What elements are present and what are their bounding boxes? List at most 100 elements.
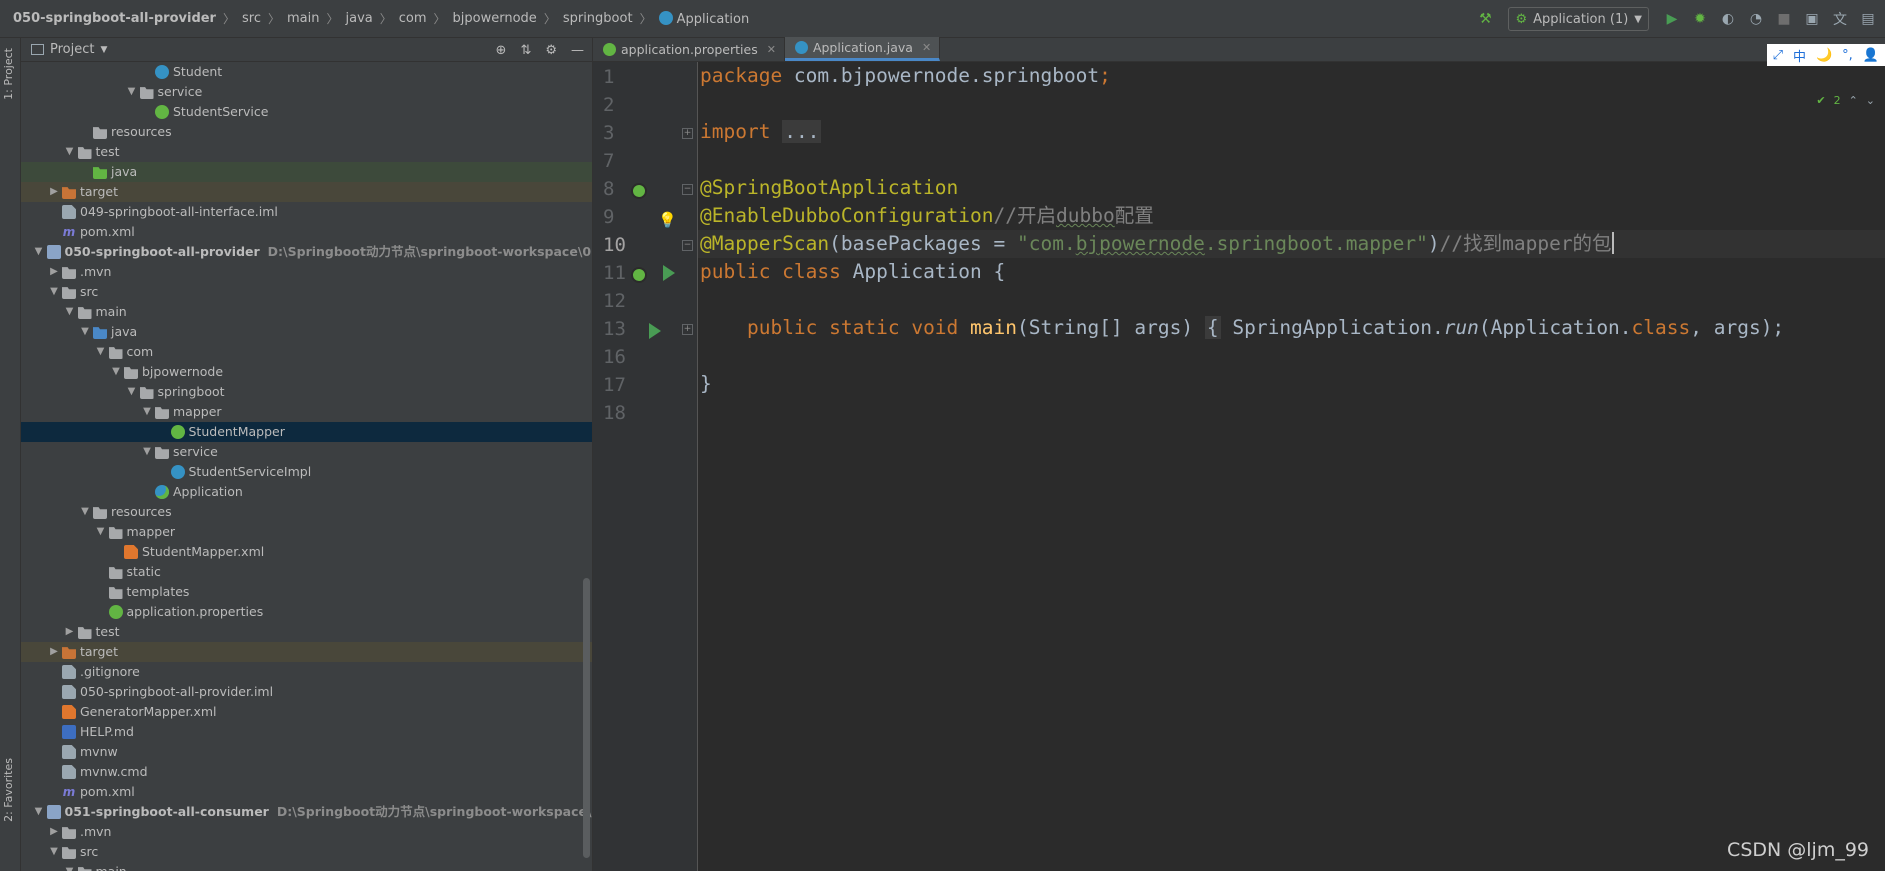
breadcrumb-item-src[interactable]: src (239, 11, 264, 26)
run-icon[interactable]: ▶ (1661, 8, 1683, 30)
fold-expand-icon[interactable]: + (682, 128, 693, 139)
coverage-icon[interactable]: ◐ (1717, 8, 1739, 30)
breadcrumb-item-project[interactable]: 050-springboot-all-provider (10, 11, 219, 26)
spring-bean-icon[interactable] (631, 183, 647, 199)
chevron-down-icon[interactable]: ▼ (126, 82, 138, 102)
chevron-right-icon[interactable]: ▶ (48, 642, 60, 662)
lightbulb-icon[interactable]: 💡 (658, 211, 677, 229)
tree-item[interactable]: ▼ test (21, 142, 592, 162)
close-icon[interactable]: ✕ (922, 41, 931, 54)
ime-moon-icon[interactable]: 🌙 (1816, 48, 1832, 63)
ime-punct-icon[interactable]: °, (1842, 48, 1853, 63)
tree-item[interactable]: ▶ .mvn (21, 262, 592, 282)
chevron-right-icon[interactable]: ▶ (64, 622, 76, 642)
chevron-down-icon[interactable]: ▼ (141, 442, 153, 462)
run-gutter-icon[interactable] (649, 323, 665, 339)
chevron-down-icon[interactable]: ▼ (33, 802, 45, 822)
tree-item[interactable]: ▼ service (21, 442, 592, 462)
folded-body[interactable]: { (1204, 316, 1221, 339)
tree-item[interactable]: templates (21, 582, 592, 602)
profile-icon[interactable]: ◔ (1745, 8, 1767, 30)
tree-item[interactable]: ▼ com (21, 342, 592, 362)
tree-item[interactable]: ▼ main (21, 862, 592, 871)
tree-item[interactable]: java (21, 162, 592, 182)
inspection-widget[interactable]: ✔ 2 ⌃ ⌄ (1816, 94, 1875, 107)
chevron-down-icon[interactable]: ▼ (33, 242, 45, 262)
minimize-icon[interactable]: — (571, 43, 584, 58)
breadcrumb-item-application[interactable]: Application (656, 10, 753, 27)
tree-item[interactable]: GeneratorMapper.xml (21, 702, 592, 722)
tree-item[interactable]: ▼ 051-springboot-all-consumer D:\Springboo… (21, 802, 592, 822)
tree-item[interactable]: StudentServiceImpl (21, 462, 592, 482)
tree-item[interactable]: ▼ mapper (21, 522, 592, 542)
debug-icon[interactable]: ✹ (1689, 8, 1711, 30)
tree-item[interactable]: ▼ java (21, 322, 592, 342)
hammer-icon[interactable]: ⚒ (1474, 8, 1496, 30)
chevron-down-icon[interactable]: ▼ (126, 382, 138, 402)
chevron-down-icon[interactable]: ▼ (95, 342, 107, 362)
code-editor[interactable]: ✔ 2 ⌃ ⌄ package com.bjpowernode.springboo… (698, 62, 1885, 871)
tree-item[interactable]: m pom.xml (21, 222, 592, 242)
tree-item[interactable]: m pom.xml (21, 782, 592, 802)
tree-item[interactable]: ▶ target (21, 642, 592, 662)
tool-tab-favorites[interactable]: 2: Favorites (2, 758, 15, 822)
tree-item[interactable]: Student (21, 62, 592, 82)
tree-item[interactable]: mvnw.cmd (21, 762, 592, 782)
tool-tab-project[interactable]: 1: Project (2, 48, 15, 100)
tree-item[interactable]: ▶ test (21, 622, 592, 642)
fold-collapse-icon[interactable]: − (682, 184, 693, 195)
tree-item[interactable]: resources (21, 122, 592, 142)
tree-item[interactable]: ▼ springboot (21, 382, 592, 402)
chevron-down-icon[interactable]: ▼ (64, 862, 76, 871)
tree-item[interactable]: ▼ resources (21, 502, 592, 522)
spring-bean-icon[interactable] (631, 267, 647, 283)
gear-icon[interactable]: ⚙ (545, 43, 557, 58)
tab-application-java[interactable]: Application.java ✕ (784, 37, 941, 61)
breadcrumb-item-main[interactable]: main (284, 11, 322, 26)
chevron-right-icon[interactable]: ▶ (48, 822, 60, 842)
tree-item[interactable]: 049-springboot-all-interface.iml (21, 202, 592, 222)
scrollbar[interactable] (583, 578, 590, 858)
tree-item[interactable]: mvnw (21, 742, 592, 762)
chevron-down-icon[interactable]: ▼ (79, 502, 91, 522)
fold-expand-icon[interactable]: + (682, 324, 693, 335)
chevron-right-icon[interactable]: ▶ (48, 182, 60, 202)
tree-item[interactable]: .gitignore (21, 662, 592, 682)
breadcrumb-item-springboot[interactable]: springboot (560, 11, 636, 26)
tree-item[interactable]: 050-springboot-all-provider.iml (21, 682, 592, 702)
chevron-down-icon[interactable]: ▼ (110, 362, 122, 382)
breadcrumb-item-java[interactable]: java (343, 11, 376, 26)
tree-item[interactable]: ▼ 050-springboot-all-provider D:\Springboo… (21, 242, 592, 262)
locate-icon[interactable]: ⊕ (496, 43, 507, 58)
chevron-down-icon[interactable]: ▼ (141, 402, 153, 422)
collapse-all-icon[interactable]: ⇅ (520, 43, 531, 58)
tree-item[interactable]: ▼ src (21, 842, 592, 862)
tree-item[interactable]: ▼ service (21, 82, 592, 102)
fold-collapse-icon[interactable]: − (682, 240, 693, 251)
chevron-down-icon[interactable]: ▼ (100, 45, 107, 55)
tab-application-properties[interactable]: application.properties ✕ (593, 37, 785, 61)
folded-imports[interactable]: ... (782, 120, 822, 143)
ime-expand-icon[interactable]: ⤢ (1773, 48, 1783, 63)
tree-item[interactable]: ▼ bjpowernode (21, 362, 592, 382)
tree-item[interactable]: application.properties (21, 602, 592, 622)
tree-item[interactable]: ▶ .mvn (21, 822, 592, 842)
tree-item[interactable]: static (21, 562, 592, 582)
tree-item[interactable]: ▶ target (21, 182, 592, 202)
chevron-down-icon[interactable]: ▼ (64, 302, 76, 322)
tree-item[interactable]: ▼ mapper (21, 402, 592, 422)
chevron-down-icon[interactable]: ▼ (48, 282, 60, 302)
stop-icon[interactable]: ■ (1773, 8, 1795, 30)
tree-item[interactable]: StudentMapper (21, 422, 592, 442)
run-gutter-icon[interactable] (663, 265, 679, 281)
close-icon[interactable]: ✕ (767, 43, 776, 56)
tree-item[interactable]: Application (21, 482, 592, 502)
chevron-right-icon[interactable]: ▶ (48, 262, 60, 282)
chevron-down-icon[interactable]: ▼ (64, 142, 76, 162)
tree-item[interactable]: StudentService (21, 102, 592, 122)
tree-item[interactable]: ▼ main (21, 302, 592, 322)
tree-item[interactable]: ▼ src (21, 282, 592, 302)
translate-icon[interactable]: 文 (1829, 8, 1851, 30)
breadcrumb-item-bjpowernode[interactable]: bjpowernode (450, 11, 540, 26)
project-view-title[interactable]: Project (50, 42, 94, 57)
